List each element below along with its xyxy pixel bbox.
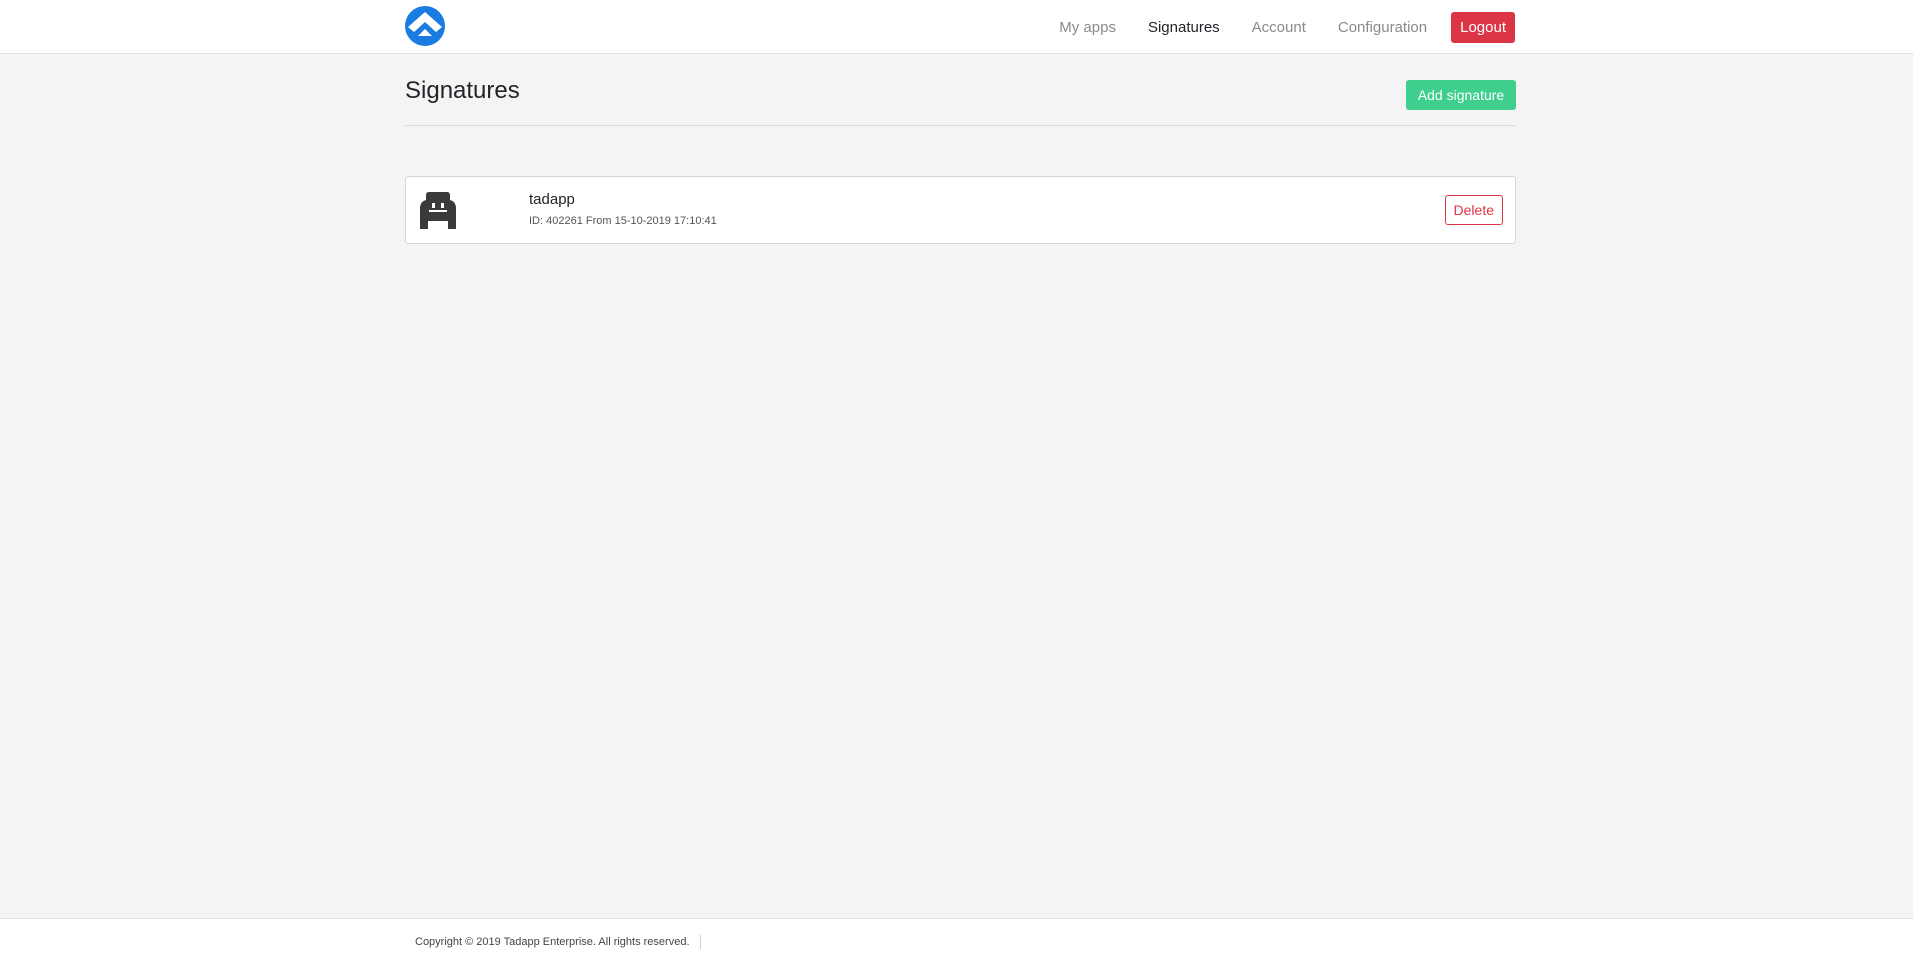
logout-button[interactable]: Logout — [1451, 11, 1515, 43]
top-navbar: My apps Signatures Account Configuration… — [0, 0, 1913, 54]
apple-app-icon — [420, 192, 456, 229]
page-title: Signatures — [405, 77, 520, 104]
signature-meta: ID: 402261 From 15-10-2019 17:10:41 — [529, 215, 717, 227]
nav-account[interactable]: Account — [1252, 19, 1306, 36]
main-nav: My apps Signatures Account Configuration… — [1027, 11, 1515, 43]
footer: Copyright © 2019 Tadapp Enterprise. All … — [0, 918, 1913, 964]
copyright-text: Copyright © 2019 Tadapp Enterprise. All … — [415, 935, 701, 949]
nav-configuration[interactable]: Configuration — [1338, 19, 1427, 36]
add-signature-button[interactable]: Add signature — [1406, 80, 1516, 110]
app-logo-icon[interactable] — [405, 6, 445, 46]
title-divider — [405, 125, 1516, 126]
delete-signature-button[interactable]: Delete — [1444, 195, 1503, 225]
nav-my-apps[interactable]: My apps — [1059, 19, 1116, 36]
signature-app-name: tadapp — [529, 191, 575, 208]
nav-signatures[interactable]: Signatures — [1148, 19, 1220, 36]
signature-card: tadapp ID: 402261 From 15-10-2019 17:10:… — [405, 176, 1516, 244]
